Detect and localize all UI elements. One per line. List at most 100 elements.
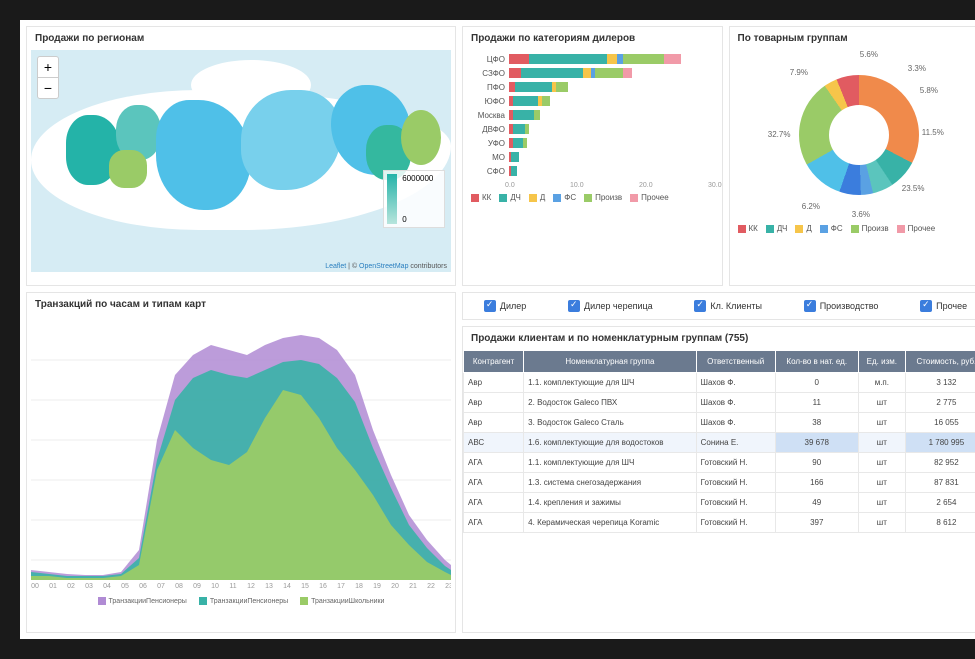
filter-label: Производство <box>820 301 879 311</box>
table-cell: АГА <box>464 493 524 513</box>
x-tick: 09 <box>193 583 201 590</box>
zoom-out-button[interactable]: − <box>38 78 58 98</box>
legend-item[interactable]: ТранзакцииПенсионеры <box>98 597 187 605</box>
table-header[interactable]: Номенклатурная группа <box>524 351 696 373</box>
bar-track[interactable] <box>509 152 714 162</box>
leaflet-link[interactable]: Leaflet <box>325 263 346 270</box>
legend-item[interactable]: ДЧ <box>766 224 787 233</box>
bar-track[interactable] <box>509 54 714 64</box>
filter-label: Дилер <box>500 301 526 311</box>
bar-segment[interactable] <box>607 54 617 64</box>
legend-item[interactable]: ТранзакцииПенсионеры <box>199 597 288 605</box>
bar-segment[interactable] <box>515 82 552 92</box>
table-cell: м.п. <box>858 373 905 393</box>
legend-item[interactable]: ТранзакцииШкольники <box>300 597 384 605</box>
filter-checkbox[interactable]: Дилер <box>484 300 526 312</box>
table-cell: 2 775 <box>905 393 975 413</box>
filter-bar: Дилер Дилер черепица Кл. Клиенты Производст… <box>462 292 975 320</box>
bar-track[interactable] <box>509 124 714 134</box>
table-row[interactable]: АГА1.3. система снегозадержанияГотовский… <box>464 473 975 493</box>
x-tick: 00 <box>31 583 39 590</box>
table-header[interactable]: Ед. изм. <box>858 351 905 373</box>
table-cell: 1.4. крепления и зажимы <box>524 493 696 513</box>
legend-item[interactable]: КК <box>471 193 491 202</box>
bar-segment[interactable] <box>529 54 607 64</box>
bar-segment[interactable] <box>509 68 521 78</box>
bar-segment[interactable] <box>521 68 582 78</box>
bar-segment[interactable] <box>595 68 624 78</box>
bar-track[interactable] <box>509 110 714 120</box>
table-row[interactable]: Авр1.1. комплектующие для ШЧШахов Ф.0м.п… <box>464 373 975 393</box>
scale-min: 0 <box>402 215 433 224</box>
table-cell: 90 <box>775 453 858 473</box>
bar-segment[interactable] <box>511 152 519 162</box>
legend-item[interactable]: Произв <box>851 224 889 233</box>
bar-track[interactable] <box>509 166 714 176</box>
axis-tick: 10.0 <box>570 182 584 189</box>
table-header[interactable]: Кол-во в нат. ед. <box>775 351 858 373</box>
filter-checkbox[interactable]: Кл. Клиенты <box>694 300 762 312</box>
legend-item[interactable]: Д <box>795 224 811 233</box>
legend-item[interactable]: Произв <box>584 193 622 202</box>
table-row[interactable]: Авр2. Водосток Galeco ПВХШахов Ф.11шт2 7… <box>464 393 975 413</box>
bar-segment[interactable] <box>534 110 540 120</box>
bar-segment[interactable] <box>511 166 517 176</box>
bar-track[interactable] <box>509 68 714 78</box>
table-header[interactable]: Стоимость, руб. <box>905 351 975 373</box>
table-row[interactable]: АГА1.4. крепления и зажимыГотовский Н.49… <box>464 493 975 513</box>
filter-checkbox[interactable]: Дилер черепица <box>568 300 653 312</box>
legend-item[interactable]: Прочее <box>897 224 936 233</box>
legend-item[interactable]: ФС <box>553 193 576 202</box>
table-header[interactable]: Контрагент <box>464 351 524 373</box>
table-row[interactable]: АГА1.1. комплектующие для ШЧГотовский Н.… <box>464 453 975 473</box>
table-row[interactable]: АВС1.6. комплектующие для водостоковСони… <box>464 433 975 453</box>
bar-category-label: ЦФО <box>471 55 509 64</box>
bar-segment[interactable] <box>556 82 568 92</box>
legend-item[interactable]: КК <box>738 224 758 233</box>
bar-segment[interactable] <box>623 68 631 78</box>
map-title: Продажи по регионам <box>27 27 455 50</box>
legend-item[interactable]: Д <box>529 193 545 202</box>
x-tick: 19 <box>373 583 381 590</box>
bar-segment[interactable] <box>513 124 525 134</box>
bar-segment[interactable] <box>664 54 680 64</box>
bar-segment[interactable] <box>513 96 538 106</box>
legend-swatch <box>795 225 803 233</box>
legend-label: Д <box>806 224 811 233</box>
bar-segment[interactable] <box>623 54 664 64</box>
bar-segment[interactable] <box>525 124 529 134</box>
table-cell: 3 132 <box>905 373 975 393</box>
bar-segment[interactable] <box>542 96 550 106</box>
zoom-in-button[interactable]: + <box>38 57 58 78</box>
table-cell: 0 <box>775 373 858 393</box>
table-cell: 39 678 <box>775 433 858 453</box>
bar-segment[interactable] <box>583 68 591 78</box>
table-cell: Шахов Ф. <box>696 393 775 413</box>
x-tick: 06 <box>139 583 147 590</box>
table-row[interactable]: Авр3. Водосток Galeco СтальШахов Ф.38шт1… <box>464 413 975 433</box>
area-chart: 0001020304050607080910111213141516171819… <box>31 320 451 590</box>
osm-link[interactable]: OpenStreetMap <box>359 263 408 270</box>
filter-checkbox[interactable]: Прочее <box>920 300 967 312</box>
area-legend: ТранзакцииПенсионеры ТранзакцииПенсионеры… <box>31 597 451 605</box>
bar-segment[interactable] <box>513 138 523 148</box>
table-cell: 1.1. комплектующие для ШЧ <box>524 453 696 473</box>
bar-track[interactable] <box>509 138 714 148</box>
legend-item[interactable]: ДЧ <box>499 193 520 202</box>
bar-track[interactable] <box>509 82 714 92</box>
bar-segment[interactable] <box>513 110 533 120</box>
legend-item[interactable]: ФС <box>820 224 843 233</box>
map-canvas[interactable]: + − 6000000 0 Leaflet | © <box>31 50 451 272</box>
table-cell: АГА <box>464 513 524 533</box>
table-row[interactable]: АГА4. Керамическая черепица KoramicГотов… <box>464 513 975 533</box>
bar-segment[interactable] <box>509 54 529 64</box>
legend-swatch <box>766 225 774 233</box>
bar-track[interactable] <box>509 96 714 106</box>
legend-swatch <box>300 597 308 605</box>
filter-checkbox[interactable]: Производство <box>804 300 879 312</box>
legend-item[interactable]: Прочее <box>630 193 669 202</box>
bar-segment[interactable] <box>523 138 527 148</box>
table-header[interactable]: Ответственный <box>696 351 775 373</box>
x-tick: 02 <box>67 583 75 590</box>
pct-label: 7.9% <box>790 68 808 77</box>
